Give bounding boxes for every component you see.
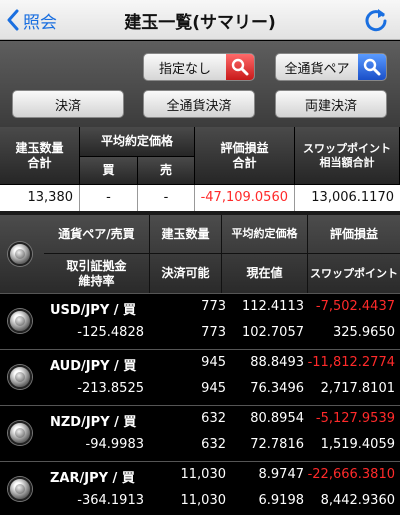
- designation-filter-label: 指定なし: [158, 61, 211, 77]
- swap-value: 8,442.9360: [320, 493, 395, 508]
- summary-buy-header: 買: [80, 157, 138, 185]
- summary-pl-header-line1: 評価損益: [220, 140, 269, 155]
- summary-swap-header-line1: スワップポイント: [303, 141, 391, 155]
- settle-button[interactable]: 決済: [12, 90, 124, 118]
- search-icon: [226, 54, 254, 80]
- pl-value: -5,127.9539: [315, 411, 395, 426]
- avg-price-value: 8.9747: [258, 467, 305, 482]
- margin-value: -213.8525: [77, 381, 144, 396]
- summary-avg-header: 平均約定価格: [80, 127, 195, 157]
- position-row[interactable]: USD/JPY / 買 773 112.4113 -7,502.4437 -12…: [0, 293, 400, 349]
- margin-header: 取引証拠金 維持率: [44, 254, 150, 293]
- position-list-header: 通貨ペア/売買 建玉数量 平均約定価格 評価損益 取引証拠金 維持率 決済可能 現…: [0, 215, 400, 293]
- avg-price-value: 88.8493: [250, 355, 304, 370]
- summary-pl-header-line2: 合計: [232, 155, 257, 170]
- both-side-settle-button[interactable]: 両建決済: [275, 90, 387, 118]
- row-select-radio[interactable]: [8, 309, 32, 333]
- summary-table: 建玉数量 合計 平均約定価格 買 売 評価損益 合計 スワップポイント 相当額合計 1…: [0, 127, 400, 211]
- swap-value: 325.9650: [332, 325, 395, 340]
- avg-price-value: 80.8954: [250, 411, 304, 426]
- page-title: 建玉一覧(サマリー): [124, 13, 276, 33]
- available-value: 11,030: [180, 493, 227, 508]
- search-icon: [358, 54, 386, 80]
- refresh-icon: [365, 9, 387, 32]
- swap-header: スワップポイント: [310, 266, 398, 280]
- position-row[interactable]: AUD/JPY / 買 945 88.8493 -11,812.2774 -21…: [0, 349, 400, 405]
- refresh-button[interactable]: [362, 6, 390, 34]
- position-row[interactable]: ZAR/JPY / 買 11,030 8.9747 -22,666.3810 -…: [0, 461, 400, 515]
- current-price-value: 76.3496: [250, 381, 304, 396]
- pl-value: -11,812.2774: [307, 355, 395, 370]
- row-select-radio[interactable]: [8, 421, 32, 445]
- qty-value: 632: [201, 411, 226, 426]
- summary-swap-header: スワップポイント 相当額合計: [295, 127, 400, 185]
- pl-value: -22,666.3810: [307, 467, 395, 482]
- margin-value: -94.9983: [85, 437, 144, 452]
- summary-pl-value: -47,109.0560: [195, 185, 295, 211]
- pair-side: AUD/JPY / 買: [50, 359, 137, 374]
- pair-side: USD/JPY / 買: [50, 303, 137, 318]
- position-row[interactable]: NZD/JPY / 買 632 80.8954 -5,127.9539 -94.…: [0, 405, 400, 461]
- current-price-value: 6.9198: [258, 493, 305, 508]
- summary-sell-header: 売: [138, 157, 195, 185]
- qty-header: 建玉数量: [150, 215, 222, 254]
- select-all-radio[interactable]: [8, 242, 32, 266]
- qty-value: 11,030: [180, 467, 227, 482]
- swap-value: 1,519.4059: [320, 437, 395, 452]
- available-value: 945: [201, 381, 226, 396]
- available-value: 632: [201, 437, 226, 452]
- summary-qty-header-line1: 建玉数量: [15, 140, 64, 155]
- row-select-radio[interactable]: [8, 365, 32, 389]
- available-value: 773: [201, 325, 226, 340]
- available-header: 決済可能: [150, 254, 222, 293]
- summary-swap-value: 13,006.1170: [295, 185, 400, 211]
- pair-side-header: 通貨ペア/売買: [44, 215, 150, 254]
- margin-header-line1: 取引証拠金: [66, 258, 127, 273]
- margin-value: -125.4828: [77, 325, 144, 340]
- summary-qty-header: 建玉数量 合計: [0, 127, 80, 185]
- qty-value: 945: [201, 355, 226, 370]
- swap-value: 2,717.8101: [320, 381, 395, 396]
- summary-qty-value: 13,380: [0, 185, 80, 211]
- summary-pl-header: 評価損益 合計: [195, 127, 295, 185]
- avg-price-value: 112.4113: [241, 299, 304, 314]
- margin-value: -364.1913: [77, 493, 144, 508]
- designation-filter-button[interactable]: 指定なし: [143, 53, 255, 81]
- current-price-value: 72.7816: [250, 437, 304, 452]
- summary-avg-sell-value: -: [138, 185, 195, 211]
- current-price-value: 102.7057: [241, 325, 304, 340]
- summary-avg-buy-value: -: [80, 185, 138, 211]
- avg-price-header: 平均約定価格: [222, 215, 308, 254]
- navigation-bar: 照会 建玉一覧(サマリー): [0, 0, 400, 40]
- pair-filter-label: 全通貨ペア: [284, 61, 350, 77]
- qty-value: 773: [201, 299, 226, 314]
- toolbar: 指定なし 全通貨ペア 決済 全通貨決済 両建決済: [0, 41, 400, 127]
- pair-side: ZAR/JPY / 買: [50, 471, 135, 486]
- current-price-header: 現在値: [222, 254, 308, 293]
- pl-value: -7,502.4437: [315, 299, 395, 314]
- margin-header-line2: 維持率: [78, 273, 115, 288]
- pl-header: 評価損益: [308, 215, 400, 254]
- pair-side: NZD/JPY / 買: [50, 415, 137, 430]
- summary-swap-header-line2: 相当額合計: [319, 155, 375, 169]
- summary-qty-header-line2: 合計: [27, 155, 52, 170]
- row-select-radio[interactable]: [8, 477, 32, 501]
- all-pair-settle-button[interactable]: 全通貨決済: [143, 90, 255, 118]
- pair-filter-button[interactable]: 全通貨ペア: [275, 53, 387, 81]
